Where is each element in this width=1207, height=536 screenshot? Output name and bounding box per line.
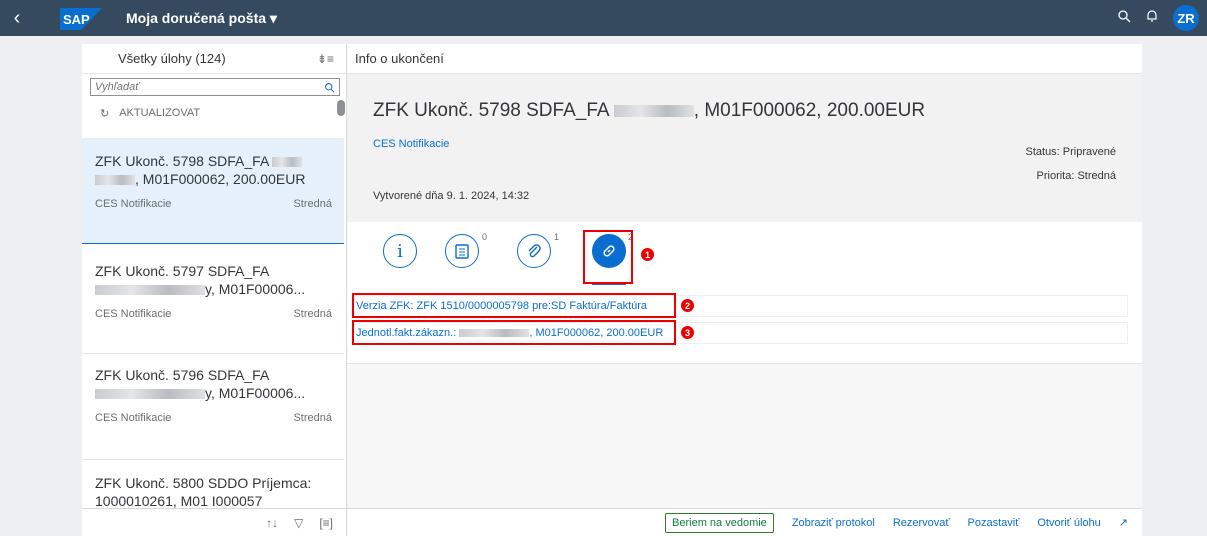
suspend-button[interactable]: Pozastaviť [968,517,1020,529]
master-title: Všetky úlohy (124) [118,51,226,66]
share-icon[interactable]: ↗ [1119,516,1128,529]
item-source: CES Notifikacie [95,308,172,320]
acknowledge-button[interactable]: Beriem na vedomie [665,512,774,533]
related-objects: Verzia ZFK: ZFK 1510/0000005798 pre:SD F… [347,290,1142,364]
item-priority: Stredná [293,198,332,210]
list-item[interactable]: ZFK Ukonč. 5797 SDFA_FA y, M01F00006... … [82,244,344,354]
item-source: CES Notifikacie [95,412,172,424]
detail-page: Info o ukončení ZFK Ukonč. 5798 SDFA_FA … [347,44,1142,536]
master-footer: ↑↓ ▽ [≡] [82,508,347,536]
bell-icon[interactable] [1145,9,1159,28]
avatar[interactable]: ZR [1173,5,1199,31]
detail-footer: Beriem na vedomie Zobraziť protokol Reze… [347,508,1142,536]
item-title: ZFK Ukonč. 5800 SDDO Príjemca: 100001026… [95,475,312,508]
scrollbar[interactable] [337,100,345,116]
sort-order-icon[interactable]: ↑↓ [266,516,278,530]
object-title: ZFK Ukonč. 5798 SDFA_FA , M01F000062, 20… [373,100,926,121]
open-task-button[interactable]: Otvoriť úlohu [1037,517,1100,529]
split-app: Všetky úlohy (124) ⇟≡ ↻ AKTUALIZOVAT ZFK… [82,44,1142,536]
attachments-count: 1 [554,232,560,242]
sap-logo[interactable]: SAP [60,8,102,30]
annotation-box [583,230,633,284]
master-header: Všetky úlohy (124) ⇟≡ [82,44,346,74]
notes-icon[interactable] [445,234,479,268]
paperclip-icon[interactable] [517,234,551,268]
item-meta: CES Notifikacie Stredná [95,198,332,210]
search-field[interactable] [90,78,340,96]
info-icon[interactable]: i [383,234,417,268]
item-source: CES Notifikacie [95,198,172,210]
status-text: Status: Pripravené [1025,146,1117,158]
detail-header: Info o ukončení [347,44,1142,74]
icon-tab-bar: i 0 1 2 1 [347,222,1142,290]
list-item[interactable]: ZFK Ukonč. 5800 SDDO Príjemca: 100001026… [82,460,344,508]
list-item[interactable]: ZFK Ukonč. 5798 SDFA_FA , M01F000062, 20… [82,138,344,244]
priority-text: Priorita: Stredná [1036,170,1116,182]
group-icon[interactable]: [≡] [319,516,333,530]
master-list: Všetky úlohy (124) ⇟≡ ↻ AKTUALIZOVAT ZFK… [82,44,347,536]
back-icon[interactable]: ‹ [0,0,34,36]
annotation-box [352,320,676,345]
notes-count: 0 [482,232,488,242]
annotation-badge: 1 [640,247,655,262]
item-meta: CES Notifikacie Stredná [95,308,332,320]
search-icon[interactable] [324,82,335,93]
list-item[interactable]: ZFK Ukonč. 5796 SDFA_FA y, M01F00006... … [82,354,344,460]
refresh-icon: ↻ [100,107,110,120]
sort-icon[interactable]: ⇟≡ [317,52,334,66]
annotation-badge: 3 [680,325,695,340]
object-header: ZFK Ukonč. 5798 SDFA_FA , M01F000062, 20… [347,74,1142,222]
search-input[interactable] [95,81,295,93]
object-subtitle[interactable]: CES Notifikacie [373,138,449,150]
item-title: ZFK Ukonč. 5796 SDFA_FA y, M01F00006... [95,367,306,401]
annotation-box [352,293,676,318]
search-icon[interactable] [1117,9,1131,28]
show-log-button[interactable]: Zobraziť protokol [792,517,875,529]
filter-icon[interactable]: ▽ [294,516,303,530]
item-priority: Stredná [293,412,332,424]
refresh-label: AKTUALIZOVAT [119,107,201,119]
reserve-button[interactable]: Rezervovať [893,517,950,529]
annotation-badge: 2 [680,298,695,313]
created-date: Vytvorené dňa 9. 1. 2024, 14:32 [373,190,530,202]
object-status: Status: Pripravené Priorita: Stredná [1026,140,1117,188]
app-title[interactable]: Moja doručená pošta ▾ [126,10,277,27]
refresh-button[interactable]: ↻ AKTUALIZOVAT [82,100,346,126]
shell-bar: ‹ SAP Moja doručená pošta ▾ ZR [0,0,1207,36]
item-title: ZFK Ukonč. 5797 SDFA_FA y, M01F00006... [95,263,306,297]
item-meta: CES Notifikacie Stredná [95,412,332,424]
svg-text:SAP: SAP [63,12,90,27]
item-title: ZFK Ukonč. 5798 SDFA_FA , M01F000062, 20… [95,153,306,187]
item-priority: Stredná [293,308,332,320]
